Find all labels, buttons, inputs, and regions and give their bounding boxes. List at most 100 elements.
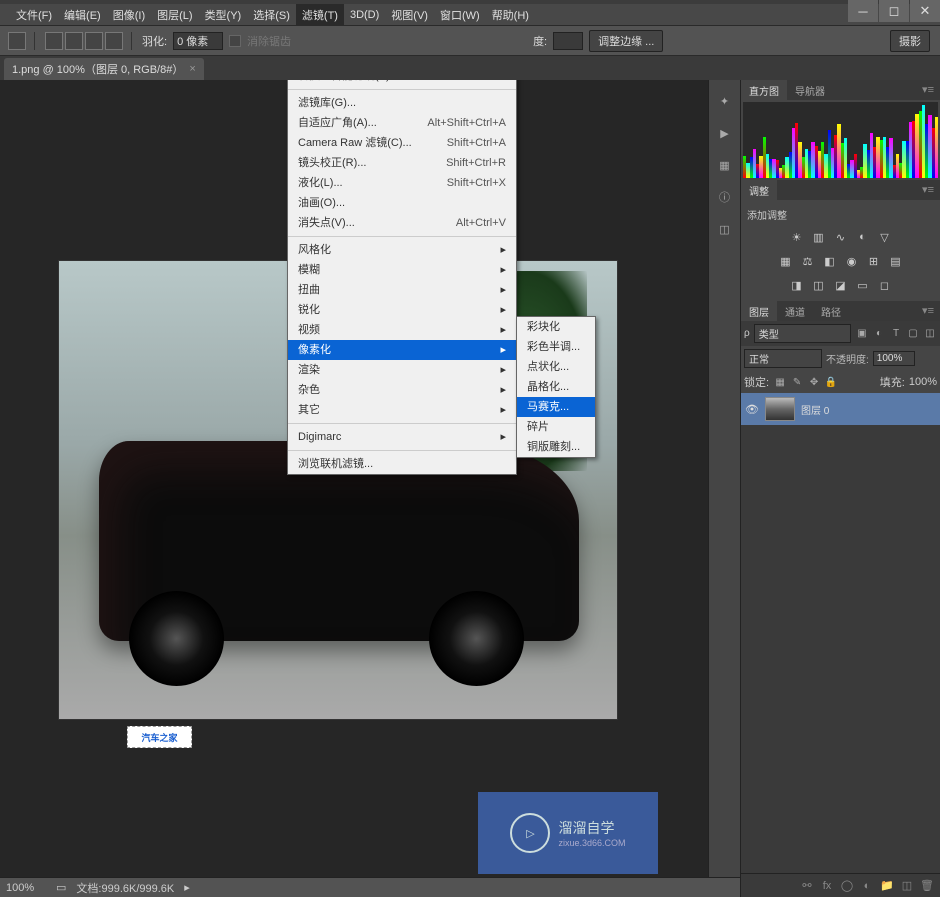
option-icon-3[interactable] xyxy=(85,32,103,50)
menu-item[interactable]: 模糊 xyxy=(288,260,516,280)
layer-filter-select[interactable]: 类型 xyxy=(754,324,851,343)
photography-button[interactable]: 摄影 xyxy=(890,30,930,52)
submenu-item[interactable]: 马赛克... xyxy=(517,397,595,417)
menu-window[interactable]: 窗口(W) xyxy=(434,4,486,26)
channel-mixer-icon[interactable]: ⊞ xyxy=(866,253,882,269)
menu-item[interactable]: 锐化 xyxy=(288,300,516,320)
menu-item[interactable]: 滤镜库(G)... xyxy=(288,93,516,113)
menu-edit[interactable]: 编辑(E) xyxy=(58,4,107,26)
submenu-item[interactable]: 点状化... xyxy=(517,357,595,377)
filter-pixel-icon[interactable]: ▣ xyxy=(855,327,869,341)
maximize-button[interactable]: ◻ xyxy=(879,0,909,22)
preview-icon[interactable]: ▭ xyxy=(56,881,66,894)
mask-icon[interactable]: ◯ xyxy=(840,879,854,893)
menu-item[interactable]: 油画(O)... xyxy=(288,193,516,213)
threshold-icon[interactable]: ◪ xyxy=(833,277,849,293)
panel-menu-icon[interactable]: ▾≡ xyxy=(916,180,940,200)
invert-icon[interactable]: ◨ xyxy=(789,277,805,293)
color-balance-icon[interactable]: ⚖ xyxy=(800,253,816,269)
filter-adjust-icon[interactable]: ◐ xyxy=(872,327,886,341)
menu-item[interactable]: 扭曲 xyxy=(288,280,516,300)
menu-item[interactable]: Digimarc xyxy=(288,427,516,447)
wand-icon[interactable]: ✦ xyxy=(716,92,734,110)
curves-icon[interactable]: ∿ xyxy=(833,229,849,245)
option-icon-2[interactable] xyxy=(65,32,83,50)
layer-thumbnail[interactable] xyxy=(765,397,795,421)
levels-icon[interactable]: ▥ xyxy=(811,229,827,245)
feather-input[interactable]: 0 像素 xyxy=(173,32,223,50)
tab-paths[interactable]: 路径 xyxy=(813,301,849,321)
filter-type-icon[interactable]: T xyxy=(889,327,903,341)
tab-layers[interactable]: 图层 xyxy=(741,301,777,321)
selective-color-icon[interactable]: ◻ xyxy=(877,277,893,293)
menu-layer[interactable]: 图层(L) xyxy=(151,4,198,26)
refine-edge-button[interactable]: 调整边缘 ... xyxy=(589,30,663,52)
tab-channels[interactable]: 通道 xyxy=(777,301,813,321)
brightness-icon[interactable]: ☀ xyxy=(789,229,805,245)
filter-smart-icon[interactable]: ◫ xyxy=(923,327,937,341)
minimize-button[interactable]: ─ xyxy=(848,0,878,22)
lock-position-icon[interactable]: ✥ xyxy=(807,375,821,389)
play-icon[interactable]: ▶ xyxy=(716,124,734,142)
lock-paint-icon[interactable]: ✎ xyxy=(790,375,804,389)
bw-icon[interactable]: ◧ xyxy=(822,253,838,269)
menu-item[interactable]: Camera Raw 滤镜(C)...Shift+Ctrl+A xyxy=(288,133,516,153)
photo-filter-icon[interactable]: ◉ xyxy=(844,253,860,269)
vibrance-icon[interactable]: ▽ xyxy=(877,229,893,245)
menu-item[interactable]: 视频 xyxy=(288,320,516,340)
tab-navigator[interactable]: 导航器 xyxy=(787,80,833,100)
lookup-icon[interactable]: ▤ xyxy=(888,253,904,269)
menu-item[interactable]: 像素化 xyxy=(288,340,516,360)
new-layer-icon[interactable]: ◫ xyxy=(900,879,914,893)
menu-item[interactable]: 消失点(V)...Alt+Ctrl+V xyxy=(288,213,516,233)
filter-shape-icon[interactable]: ▢ xyxy=(906,327,920,341)
menu-item[interactable]: 转换为智能滤镜(S) xyxy=(288,80,516,86)
menu-item[interactable]: 渲染 xyxy=(288,360,516,380)
menu-filter[interactable]: 滤镜(T) xyxy=(296,4,344,26)
panel-menu-icon[interactable]: ▾≡ xyxy=(916,301,940,321)
menu-view[interactable]: 视图(V) xyxy=(385,4,434,26)
exposure-icon[interactable]: ◐ xyxy=(855,229,871,245)
menu-item[interactable]: 风格化 xyxy=(288,240,516,260)
menu-item[interactable]: 自适应广角(A)...Alt+Shift+Ctrl+A xyxy=(288,113,516,133)
menu-item[interactable]: 液化(L)...Shift+Ctrl+X xyxy=(288,173,516,193)
menu-select[interactable]: 选择(S) xyxy=(247,4,296,26)
option-icon-4[interactable] xyxy=(105,32,123,50)
link-layers-icon[interactable]: ⚯ xyxy=(800,879,814,893)
menu-file[interactable]: 文件(F) xyxy=(10,4,58,26)
submenu-item[interactable]: 彩块化 xyxy=(517,317,595,337)
group-icon[interactable]: 📁 xyxy=(880,879,894,893)
posterize-icon[interactable]: ◫ xyxy=(811,277,827,293)
opacity-input[interactable]: 100% xyxy=(873,351,915,366)
menu-item[interactable]: 浏览联机滤镜... xyxy=(288,454,516,474)
fill-input[interactable]: 100% xyxy=(909,376,937,388)
antialias-checkbox[interactable] xyxy=(229,35,241,47)
layers-collapsed-icon[interactable]: ◫ xyxy=(716,220,734,238)
marquee-tool-icon[interactable] xyxy=(8,32,26,50)
lock-transparent-icon[interactable]: ▦ xyxy=(773,375,787,389)
option-icon-1[interactable] xyxy=(45,32,63,50)
layer-row[interactable]: 👁 图层 0 xyxy=(741,393,940,425)
swatches-icon[interactable]: ▦ xyxy=(716,156,734,174)
status-arrow-icon[interactable]: ▸ xyxy=(184,881,190,894)
menu-type[interactable]: 类型(Y) xyxy=(199,4,248,26)
trash-icon[interactable]: 🗑 xyxy=(920,879,934,893)
menu-3d[interactable]: 3D(D) xyxy=(344,6,385,24)
visibility-icon[interactable]: 👁 xyxy=(745,403,759,416)
gradient-map-icon[interactable]: ▭ xyxy=(855,277,871,293)
document-tab[interactable]: 1.png @ 100%（图层 0, RGB/8#） × xyxy=(4,58,204,80)
degree-input[interactable] xyxy=(553,32,583,50)
submenu-item[interactable]: 碎片 xyxy=(517,417,595,437)
layer-name[interactable]: 图层 0 xyxy=(801,402,829,417)
panel-menu-icon[interactable]: ▾≡ xyxy=(916,80,940,100)
fx-icon[interactable]: fx xyxy=(820,879,834,893)
submenu-item[interactable]: 晶格化... xyxy=(517,377,595,397)
adjustment-layer-icon[interactable]: ◐ xyxy=(860,879,874,893)
lock-all-icon[interactable]: 🔒 xyxy=(824,375,838,389)
menu-item[interactable]: 其它 xyxy=(288,400,516,420)
hue-icon[interactable]: ▦ xyxy=(778,253,794,269)
menu-item[interactable]: 杂色 xyxy=(288,380,516,400)
menu-help[interactable]: 帮助(H) xyxy=(486,4,535,26)
menu-image[interactable]: 图像(I) xyxy=(107,4,151,26)
tab-adjustments[interactable]: 调整 xyxy=(741,180,777,200)
